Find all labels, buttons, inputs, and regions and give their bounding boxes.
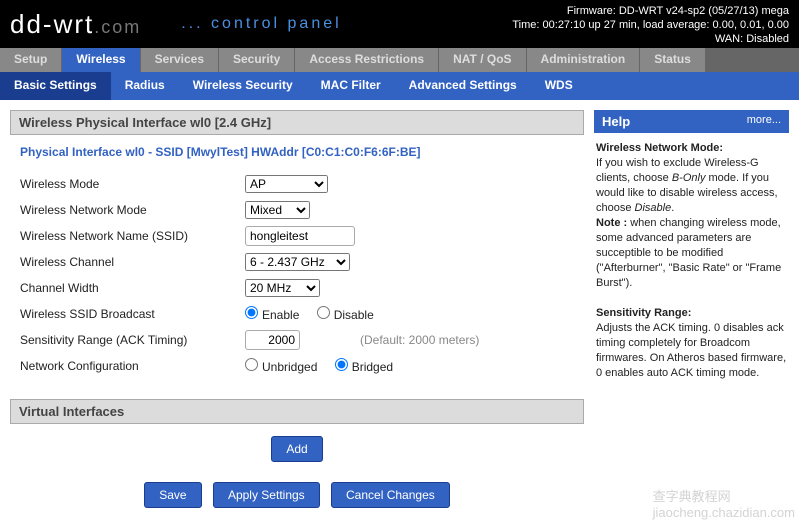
logo: dd-wrt.com bbox=[10, 9, 141, 40]
wireless-mode-label: Wireless Mode bbox=[20, 177, 245, 191]
unbridged-radio[interactable] bbox=[245, 358, 258, 371]
help-h1: Wireless Network Mode: bbox=[596, 142, 723, 154]
logo-domain: .com bbox=[94, 17, 141, 37]
help-p1e: . bbox=[671, 202, 674, 214]
section-heading: Wireless Physical Interface wl0 [2.4 GHz… bbox=[10, 110, 584, 135]
header-bar: dd-wrt.com ... control panel Firmware: D… bbox=[0, 0, 799, 48]
subtab-radius[interactable]: Radius bbox=[111, 72, 179, 100]
tab-status[interactable]: Status bbox=[640, 48, 705, 72]
virtual-heading: Virtual Interfaces bbox=[10, 399, 584, 424]
ssid-label: Wireless Network Name (SSID) bbox=[20, 229, 245, 243]
help-panel: Help more... Wireless Network Mode: If y… bbox=[594, 110, 789, 520]
help-h2: Sensitivity Range: bbox=[596, 307, 691, 319]
network-mode-select[interactable]: Mixed bbox=[245, 201, 310, 219]
tab-wireless[interactable]: Wireless bbox=[62, 48, 139, 72]
sensitivity-default: (Default: 2000 meters) bbox=[360, 333, 479, 347]
subtab-basic-settings[interactable]: Basic Settings bbox=[0, 72, 111, 100]
cancel-button[interactable]: Cancel Changes bbox=[331, 482, 450, 508]
sensitivity-label: Sensitivity Range (ACK Timing) bbox=[20, 333, 245, 347]
channel-label: Wireless Channel bbox=[20, 255, 245, 269]
netcfg-label: Network Configuration bbox=[20, 359, 245, 373]
subtab-advanced-settings[interactable]: Advanced Settings bbox=[395, 72, 531, 100]
firmware-line: Firmware: DD-WRT v24-sp2 (05/27/13) mega bbox=[512, 4, 789, 18]
main-panel: Wireless Physical Interface wl0 [2.4 GHz… bbox=[10, 110, 584, 520]
channel-width-label: Channel Width bbox=[20, 281, 245, 295]
channel-width-select[interactable]: 20 MHz bbox=[245, 279, 320, 297]
control-panel-label: ... control panel bbox=[181, 15, 341, 33]
help-p1d: Disable bbox=[635, 202, 672, 214]
bridged-label: Bridged bbox=[352, 360, 393, 374]
unbridged-label: Unbridged bbox=[262, 360, 317, 374]
save-button[interactable]: Save bbox=[144, 482, 201, 508]
broadcast-enable-radio[interactable] bbox=[245, 306, 258, 319]
sub-tabs: Basic Settings Radius Wireless Security … bbox=[0, 72, 799, 100]
tab-security[interactable]: Security bbox=[219, 48, 294, 72]
tab-nat-qos[interactable]: NAT / QoS bbox=[439, 48, 525, 72]
help-p2: Adjusts the ACK timing. 0 disables ack t… bbox=[596, 322, 786, 379]
apply-button[interactable]: Apply Settings bbox=[213, 482, 320, 508]
wan-line: WAN: Disabled bbox=[512, 32, 789, 46]
help-note-lbl: Note : bbox=[596, 217, 627, 229]
enable-label: Enable bbox=[262, 308, 299, 322]
ssid-input[interactable] bbox=[245, 226, 355, 246]
sensitivity-input[interactable] bbox=[245, 330, 300, 350]
disable-label: Disable bbox=[334, 308, 374, 322]
logo-text: dd-wrt bbox=[10, 9, 94, 39]
channel-select[interactable]: 6 - 2.437 GHz bbox=[245, 253, 350, 271]
tab-access-restrictions[interactable]: Access Restrictions bbox=[295, 48, 438, 72]
help-heading: Help more... bbox=[594, 110, 789, 133]
tab-services[interactable]: Services bbox=[141, 48, 218, 72]
help-title: Help bbox=[602, 114, 630, 129]
tab-setup[interactable]: Setup bbox=[0, 48, 61, 72]
add-button[interactable]: Add bbox=[271, 436, 322, 462]
tab-administration[interactable]: Administration bbox=[527, 48, 640, 72]
subtab-mac-filter[interactable]: MAC Filter bbox=[307, 72, 395, 100]
wireless-mode-select[interactable]: AP bbox=[245, 175, 328, 193]
network-mode-label: Wireless Network Mode bbox=[20, 203, 245, 217]
time-line: Time: 00:27:10 up 27 min, load average: … bbox=[512, 18, 789, 32]
ssid-broadcast-label: Wireless SSID Broadcast bbox=[20, 307, 245, 321]
status-readout: Firmware: DD-WRT v24-sp2 (05/27/13) mega… bbox=[512, 4, 789, 46]
fieldset-title: Physical Interface wl0 - SSID [MwylTest]… bbox=[20, 145, 574, 159]
help-more-link[interactable]: more... bbox=[747, 114, 781, 129]
main-tabs: Setup Wireless Services Security Access … bbox=[0, 48, 799, 72]
subtab-wds[interactable]: WDS bbox=[531, 72, 587, 100]
help-p1b: B-Only bbox=[672, 172, 706, 184]
subtab-wireless-security[interactable]: Wireless Security bbox=[179, 72, 307, 100]
bridged-radio[interactable] bbox=[335, 358, 348, 371]
broadcast-disable-radio[interactable] bbox=[317, 306, 330, 319]
